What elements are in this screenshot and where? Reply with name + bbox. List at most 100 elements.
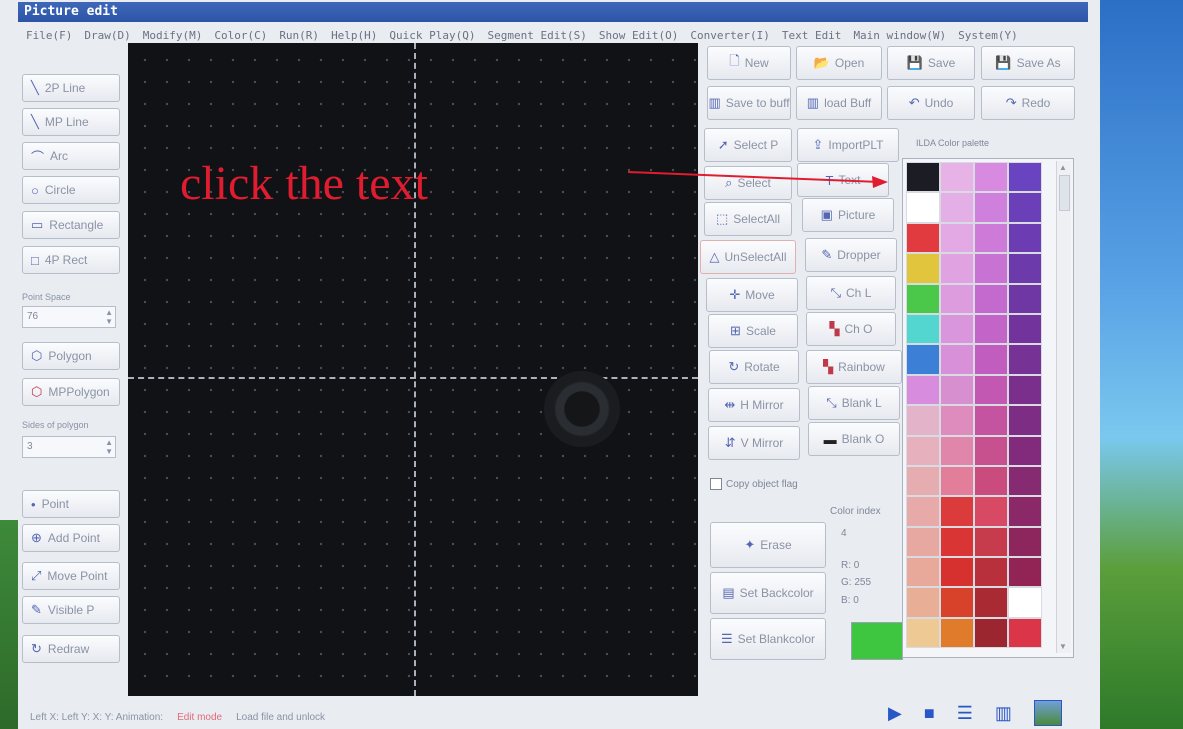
- save-to-buff-button[interactable]: ▥ Save to buff: [707, 86, 791, 120]
- palette-color-cell[interactable]: [974, 465, 1008, 497]
- scroll-thumb[interactable]: [1059, 175, 1070, 211]
- menu-text-edit[interactable]: Text Edit: [782, 29, 842, 42]
- palette-color-cell[interactable]: [906, 222, 940, 254]
- picture-thumbnail-icon[interactable]: [1033, 700, 1062, 726]
- palette-color-cell[interactable]: [940, 253, 974, 284]
- palette-color-cell[interactable]: [974, 313, 1008, 345]
- palette-color-cell[interactable]: [974, 496, 1008, 527]
- palette-color-cell[interactable]: [940, 465, 974, 497]
- ch-l-button[interactable]: ⤡ Ch L: [806, 276, 896, 310]
- palette-color-cell[interactable]: [1008, 222, 1042, 254]
- palette-color-cell[interactable]: [940, 222, 974, 254]
- open-button[interactable]: 📂 Open: [796, 46, 882, 80]
- palette-color-cell[interactable]: [1008, 557, 1042, 588]
- dropper-button[interactable]: ✎ Dropper: [805, 238, 897, 272]
- palette-color-cell[interactable]: [940, 192, 974, 223]
- palette-color-cell[interactable]: [1008, 587, 1042, 618]
- palette-color-cell[interactable]: [906, 465, 940, 497]
- menu-modify[interactable]: Modify(M): [143, 29, 203, 42]
- rotate-button[interactable]: ↻ Rotate: [709, 350, 799, 384]
- scale-button[interactable]: ⊞ Scale: [708, 314, 798, 348]
- palette-color-cell[interactable]: [1008, 313, 1042, 345]
- palette-color-cell[interactable]: [906, 253, 940, 284]
- select-button[interactable]: ⌕ Select: [704, 166, 792, 200]
- move-point-button[interactable]: ⤢ Move Point: [22, 562, 120, 590]
- sides-stepper[interactable]: 3 ▲ ▼: [22, 436, 116, 458]
- add-point-button[interactable]: ⊕ Add Point: [22, 524, 120, 552]
- palette-color-cell[interactable]: [974, 557, 1008, 588]
- palette-color-cell[interactable]: [940, 526, 974, 558]
- h-mirror-button[interactable]: ⇹ H Mirror: [708, 388, 800, 422]
- palette-color-cell[interactable]: [906, 587, 940, 618]
- point-button[interactable]: • Point: [22, 490, 120, 518]
- palette-color-cell[interactable]: [974, 526, 1008, 558]
- ch-o-button[interactable]: ▚ Ch O: [806, 312, 896, 346]
- stop-icon[interactable]: ■: [924, 703, 935, 724]
- palette-color-cell[interactable]: [940, 557, 974, 588]
- checkbox-box[interactable]: [710, 478, 722, 490]
- palette-color-cell[interactable]: [974, 162, 1008, 193]
- palette-color-cell[interactable]: [906, 526, 940, 558]
- palette-color-cell[interactable]: [906, 496, 940, 527]
- unselect-all-button[interactable]: △ UnSelectAll: [700, 240, 796, 274]
- menu-system[interactable]: System(Y): [958, 29, 1018, 42]
- mp-line-button[interactable]: ╲ MP Line: [22, 108, 120, 136]
- palette-color-cell[interactable]: [1008, 374, 1042, 406]
- palette-color-cell[interactable]: [940, 344, 974, 375]
- bars-icon[interactable]: ▥: [995, 703, 1012, 724]
- palette-color-cell[interactable]: [1008, 283, 1042, 314]
- drawing-canvas[interactable]: [128, 43, 698, 696]
- erase-button[interactable]: ✦ Erase: [710, 522, 826, 568]
- menu-file[interactable]: File(F): [26, 29, 72, 42]
- circle-button[interactable]: ○ Circle: [22, 176, 120, 204]
- move-button[interactable]: ✛ Move: [706, 278, 798, 312]
- palette-color-cell[interactable]: [940, 405, 974, 436]
- palette-color-cell[interactable]: [940, 162, 974, 193]
- menu-help[interactable]: Help(H): [331, 29, 377, 42]
- palette-color-cell[interactable]: [906, 557, 940, 588]
- palette-color-cell[interactable]: [940, 587, 974, 618]
- palette-color-cell[interactable]: [974, 344, 1008, 375]
- palette-color-cell[interactable]: [906, 435, 940, 466]
- set-backcolor-button[interactable]: ▤ Set Backcolor: [710, 572, 826, 614]
- palette-color-cell[interactable]: [906, 162, 940, 193]
- palette-color-cell[interactable]: [940, 313, 974, 345]
- menu-main-window[interactable]: Main window(W): [853, 29, 946, 42]
- spin-arrows-icon[interactable]: ▲ ▼: [105, 438, 113, 456]
- v-mirror-button[interactable]: ⇵ V Mirror: [708, 426, 800, 460]
- palette-color-cell[interactable]: [1008, 344, 1042, 375]
- palette-color-cell[interactable]: [974, 222, 1008, 254]
- arc-button[interactable]: ⌒ Arc: [22, 142, 120, 170]
- polygon-button[interactable]: ⬡ Polygon: [22, 342, 120, 370]
- menu-converter[interactable]: Converter(I): [690, 29, 769, 42]
- palette-color-cell[interactable]: [1008, 617, 1042, 649]
- scroll-down-icon[interactable]: ▼: [1059, 642, 1067, 651]
- palette-scrollbar[interactable]: ▲ ▼: [1056, 161, 1071, 653]
- save-button[interactable]: 💾 Save: [887, 46, 975, 80]
- select-all-button[interactable]: ⬚ SelectAll: [704, 202, 792, 236]
- palette-color-cell[interactable]: [1008, 192, 1042, 223]
- palette-color-cell[interactable]: [906, 313, 940, 345]
- menu-draw[interactable]: Draw(D): [84, 29, 130, 42]
- rectangle-button[interactable]: ▭ Rectangle: [22, 211, 120, 239]
- set-blankcolor-button[interactable]: ☰ Set Blankcolor: [710, 618, 826, 660]
- palette-color-cell[interactable]: [974, 405, 1008, 436]
- palette-color-cell[interactable]: [1008, 162, 1042, 193]
- point-space-stepper[interactable]: 76 ▲ ▼: [22, 306, 116, 328]
- palette-color-cell[interactable]: [974, 435, 1008, 466]
- palette-color-cell[interactable]: [974, 253, 1008, 284]
- redo-button[interactable]: ↷ Redo: [981, 86, 1075, 120]
- menu-segment-edit[interactable]: Segment Edit(S): [488, 29, 587, 42]
- palette-color-cell[interactable]: [974, 587, 1008, 618]
- import-plt-button[interactable]: ⇪ ImportPLT: [797, 128, 899, 162]
- palette-color-cell[interactable]: [940, 617, 974, 649]
- palette-color-cell[interactable]: [1008, 405, 1042, 436]
- menu-run[interactable]: Run(R): [279, 29, 319, 42]
- palette-color-cell[interactable]: [906, 283, 940, 314]
- undo-button[interactable]: ↶ Undo: [887, 86, 975, 120]
- load-buff-button[interactable]: ▥ load Buff: [796, 86, 882, 120]
- palette-color-cell[interactable]: [906, 405, 940, 436]
- line-2p-button[interactable]: ╲ 2P Line: [22, 74, 120, 102]
- palette-color-cell[interactable]: [906, 192, 940, 223]
- redraw-button[interactable]: ↻ Redraw: [22, 635, 120, 663]
